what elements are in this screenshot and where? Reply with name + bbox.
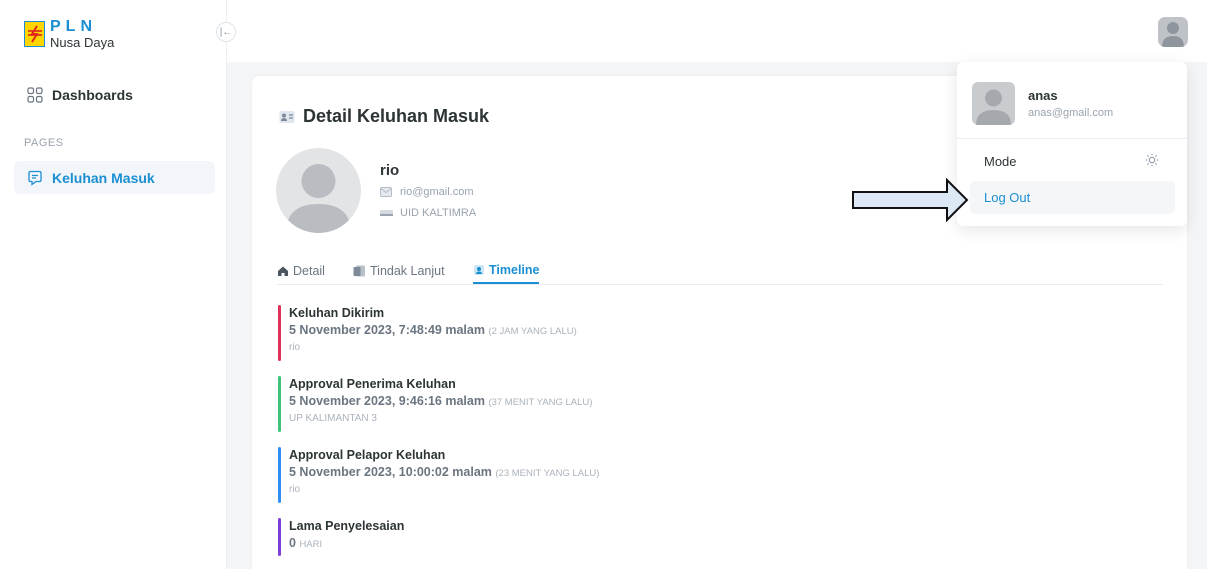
timeline-item: Approval Penerima Keluhan 5 November 202… — [278, 376, 593, 432]
reporter-unit-row: UID KALTIMRA — [380, 207, 476, 219]
pln-logo-icon — [24, 21, 45, 47]
dropdown-divider — [957, 138, 1187, 139]
timeline-relative: (37 MENIT YANG LALU) — [488, 397, 593, 408]
building-icon — [380, 209, 394, 217]
timeline-relative: (23 MENIT YANG LALU) — [495, 468, 600, 479]
person-icon — [976, 89, 1011, 125]
reporter-avatar — [276, 148, 361, 233]
timeline-actor: UP KALIMANTAN 3 — [289, 413, 377, 424]
message-icon — [26, 169, 43, 186]
logout-menu-item[interactable]: Log Out — [970, 181, 1175, 214]
timeline-marker — [278, 305, 281, 361]
collapse-left-icon: |← — [219, 26, 233, 38]
timeline-title: Lama Penyelesaian — [289, 519, 405, 533]
timeline-title: Approval Penerima Keluhan — [289, 377, 456, 391]
sidebar-item-label: Dashboards — [52, 86, 133, 103]
timeline-time: 5 November 2023, 10:00:02 malam (23 MENI… — [289, 465, 600, 479]
timeline-icon — [473, 264, 485, 276]
person-icon — [286, 164, 351, 233]
timeline-marker — [278, 518, 281, 556]
tab-timeline[interactable]: Timeline — [473, 257, 540, 284]
annotation-arrow-icon — [852, 178, 969, 222]
reporter-unit: UID KALTIMRA — [400, 207, 477, 219]
timeline-marker — [278, 376, 281, 432]
user-avatar-icon — [1162, 22, 1184, 47]
tab-label: Detail — [293, 263, 325, 278]
reporter-email: rio@gmail.com — [400, 186, 474, 198]
timeline-title: Keluhan Dikirim — [289, 306, 385, 320]
sidebar: PLN Nusa Daya Dashboards PAGES Keluhan M… — [0, 0, 227, 569]
sun-icon[interactable] — [1145, 153, 1159, 172]
sidebar-collapse-button[interactable]: |← — [216, 22, 236, 42]
topbar — [227, 0, 1207, 62]
brand-name: PLN — [50, 18, 97, 35]
timeline-actor: rio — [289, 484, 301, 495]
user-avatar-button[interactable] — [1158, 17, 1188, 47]
tab-label: Timeline — [489, 262, 540, 277]
tab-tindak-lanjut[interactable]: Tindak Lanjut — [353, 257, 445, 284]
timeline-title: Approval Pelapor Keluhan — [289, 448, 446, 462]
timeline-relative: HARI — [299, 539, 323, 550]
home-icon — [277, 265, 289, 277]
sidebar-item-keluhan-masuk[interactable]: Keluhan Masuk — [14, 161, 215, 194]
sidebar-item-label: Keluhan Masuk — [52, 169, 155, 186]
timeline-item: Keluhan Dikirim 5 November 2023, 7:48:49… — [278, 305, 577, 361]
dropdown-avatar — [972, 82, 1015, 125]
page-title: Detail Keluhan Masuk — [279, 106, 489, 127]
detail-tabs: Detail Tindak Lanjut Timeline — [277, 248, 1163, 285]
dropdown-user-email: anas@gmail.com — [1028, 107, 1114, 119]
timeline-time: 5 November 2023, 9:46:16 malam (37 MENIT… — [289, 394, 593, 408]
mail-icon — [380, 187, 394, 197]
sidebar-item-dashboards[interactable]: Dashboards — [14, 78, 215, 111]
page-title-text: Detail Keluhan Masuk — [303, 106, 490, 126]
grid-icon — [26, 86, 43, 103]
tab-detail[interactable]: Detail — [277, 257, 325, 284]
brand-subtitle: Nusa Daya — [50, 35, 115, 50]
timeline-time: 5 November 2023, 7:48:49 malam (2 JAM YA… — [289, 323, 577, 337]
brand-logo[interactable]: PLN Nusa Daya — [24, 19, 114, 49]
document-icon — [353, 265, 366, 277]
timeline-item: Lama Penyelesaian 0 HARI — [278, 518, 405, 556]
reporter-email-row: rio@gmail.com — [380, 186, 474, 198]
id-card-icon — [279, 110, 295, 124]
tab-label: Tindak Lanjut — [370, 263, 445, 278]
timeline-relative: (2 JAM YANG LALU) — [488, 326, 577, 337]
sidebar-section-label: PAGES — [24, 137, 64, 149]
user-dropdown-menu: anas anas@gmail.com Mode Log Out — [957, 62, 1187, 226]
timeline-time: 0 HARI — [289, 536, 323, 550]
dropdown-user-name: anas — [1028, 88, 1058, 103]
timeline-item: Approval Pelapor Keluhan 5 November 2023… — [278, 447, 600, 503]
timeline-marker — [278, 447, 281, 503]
mode-menu-item[interactable]: Mode — [984, 154, 1017, 169]
reporter-name: rio — [380, 162, 400, 179]
timeline-actor: rio — [289, 342, 301, 353]
